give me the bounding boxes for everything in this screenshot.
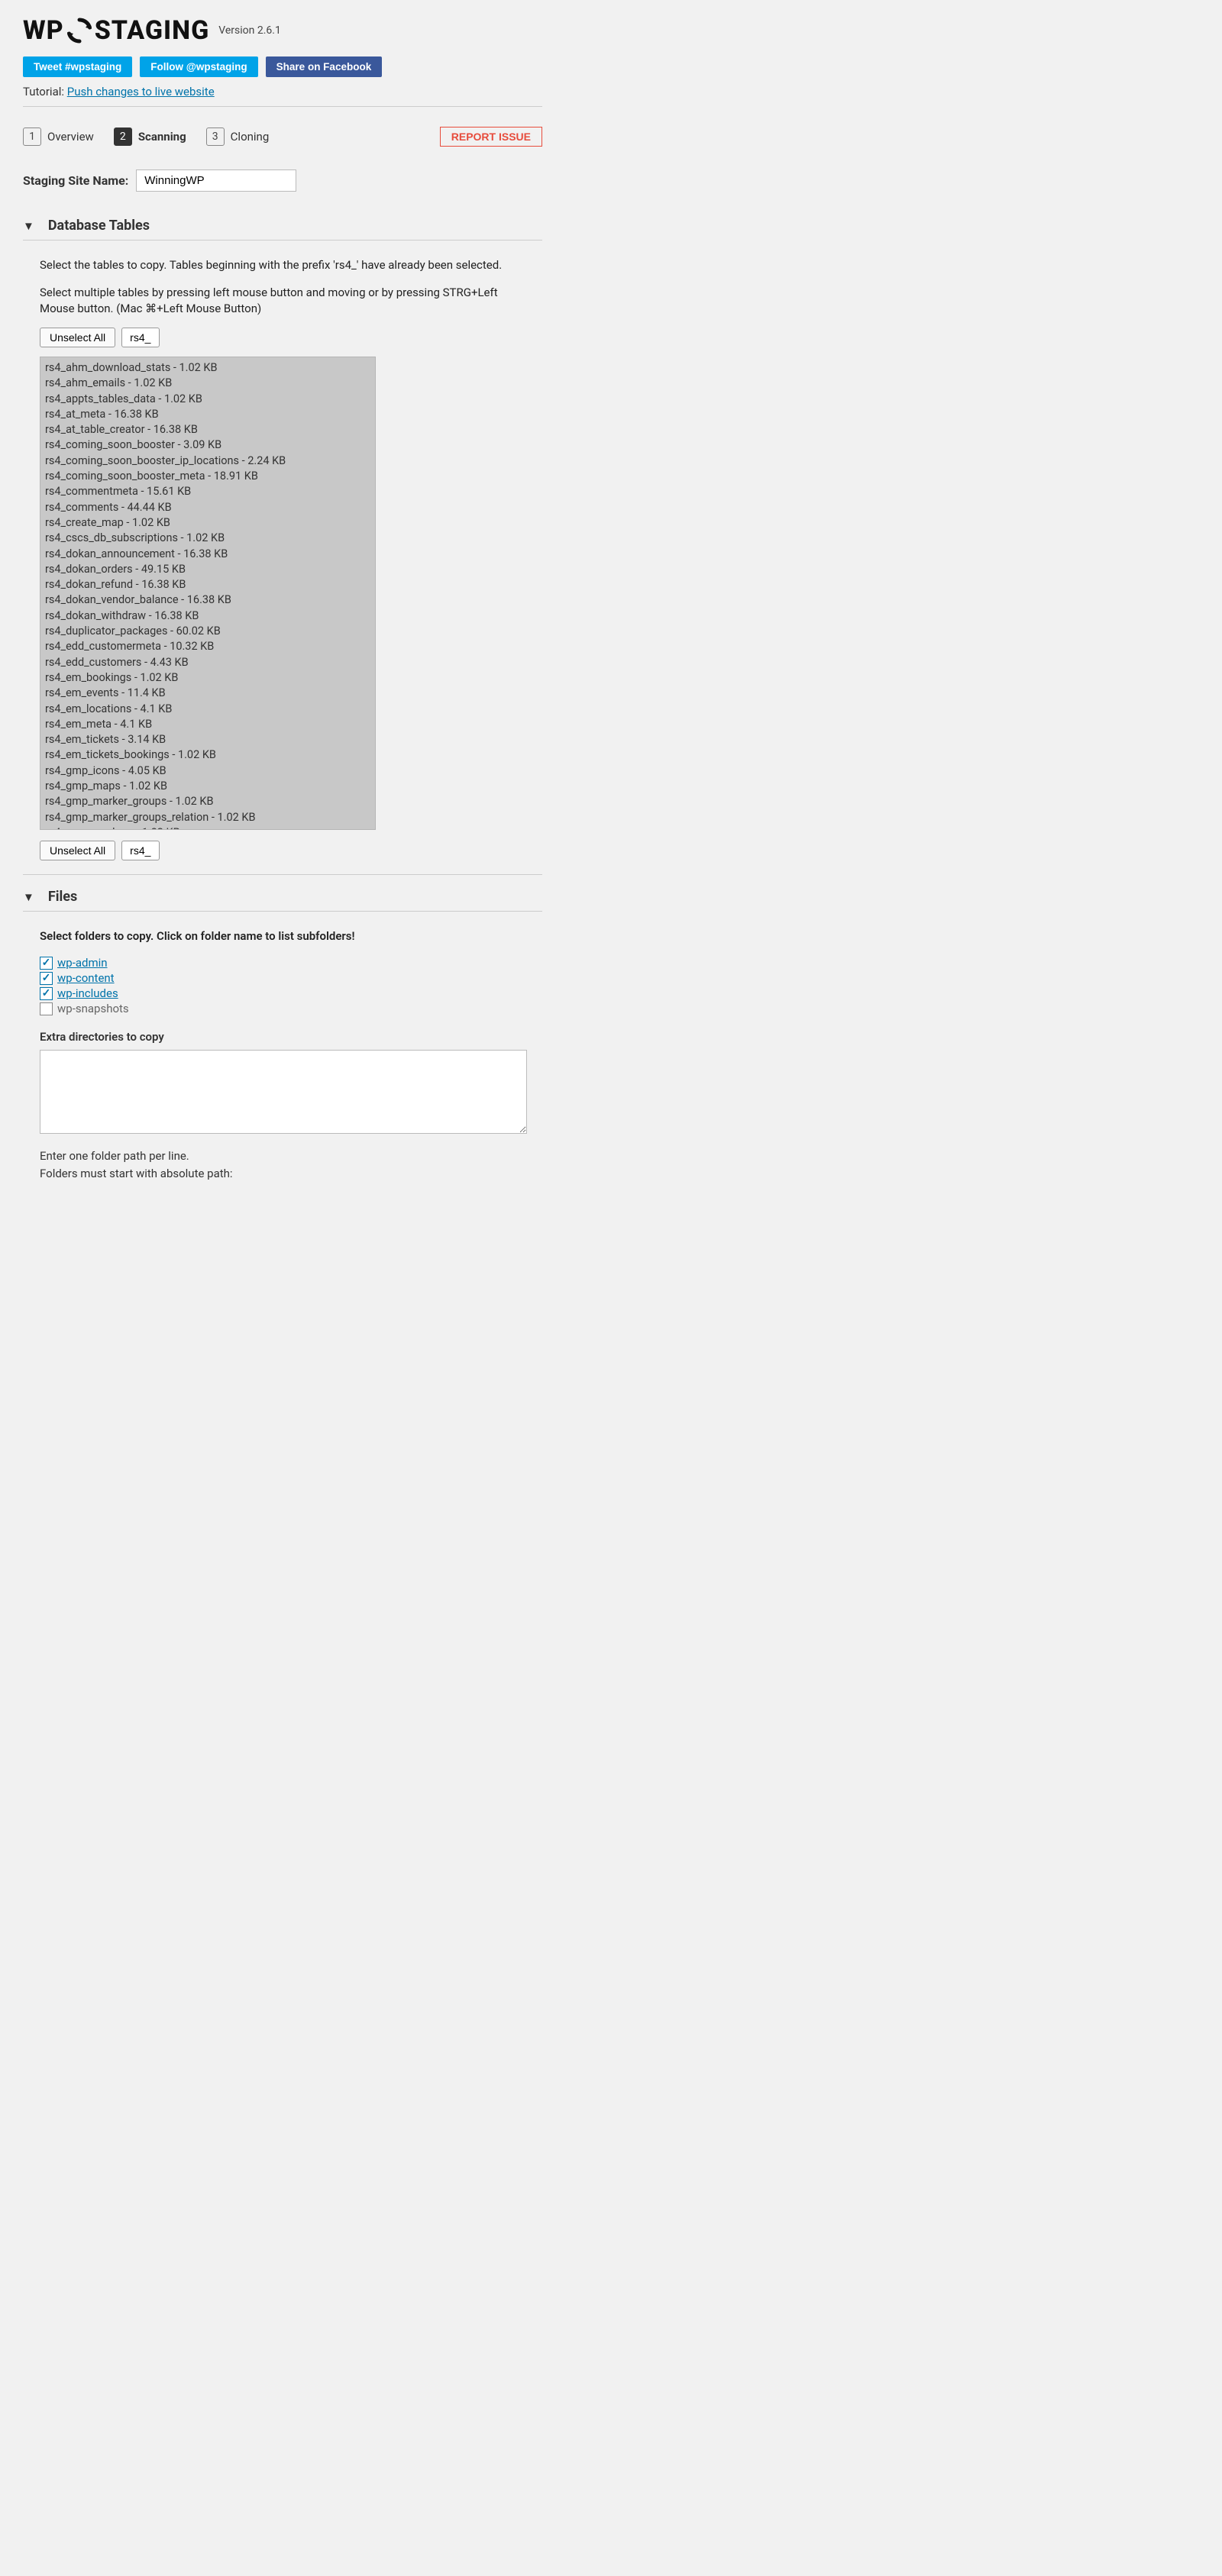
table-row[interactable]: rs4_duplicator_packages - 60.02 KB <box>44 624 372 639</box>
table-row[interactable]: rs4_em_bookings - 1.02 KB <box>44 670 372 686</box>
table-row[interactable]: rs4_coming_soon_booster - 3.09 KB <box>44 437 372 453</box>
share-buttons: Tweet #wpstaging Follow @wpstaging Share… <box>23 56 542 77</box>
table-row[interactable]: rs4_dokan_announcement - 16.38 KB <box>44 547 372 562</box>
step-2-num[interactable]: 2 <box>114 128 132 146</box>
folder-checkbox[interactable]: ✓ <box>40 987 53 1000</box>
refresh-icon <box>66 17 93 44</box>
step-3-label[interactable]: Cloning <box>231 130 270 144</box>
table-row[interactable]: rs4_ahm_download_stats - 1.02 KB <box>44 360 372 376</box>
table-row[interactable]: rs4_em_tickets_bookings - 1.02 KB <box>44 747 372 763</box>
db-desc-2: Select multiple tables by pressing left … <box>40 285 527 317</box>
unselect-all-button-top[interactable]: Unselect All <box>40 328 115 347</box>
table-row[interactable]: rs4_commentmeta - 15.61 KB <box>44 484 372 499</box>
step-1-label[interactable]: Overview <box>47 130 94 144</box>
folder-name-link[interactable]: wp-admin <box>57 956 108 970</box>
table-row[interactable]: rs4_gmp_marker_groups - 1.02 KB <box>44 794 372 809</box>
facebook-share-button[interactable]: Share on Facebook <box>266 56 383 77</box>
caret-down-icon: ▼ <box>23 219 34 233</box>
tables-listbox[interactable]: rs4_ahm_download_stats - 1.02 KBrs4_ahm_… <box>40 357 376 830</box>
files-section-header[interactable]: ▼ Files <box>23 889 542 912</box>
step-1-num[interactable]: 1 <box>23 128 41 146</box>
folder-name-link[interactable]: wp-includes <box>57 986 118 1000</box>
table-row[interactable]: rs4_em_tickets - 3.14 KB <box>44 732 372 747</box>
table-row[interactable]: rs4_create_map - 1.02 KB <box>44 515 372 531</box>
db-desc-1: Select the tables to copy. Tables beginn… <box>40 257 527 273</box>
divider <box>23 874 542 875</box>
table-row[interactable]: rs4_dokan_orders - 49.15 KB <box>44 562 372 577</box>
table-row[interactable]: rs4_at_meta - 16.38 KB <box>44 407 372 422</box>
report-issue-button[interactable]: REPORT ISSUE <box>440 127 542 147</box>
logo-right: STAGING <box>95 15 210 46</box>
db-tables-section-header[interactable]: ▼ Database Tables <box>23 218 542 240</box>
folder-checkbox[interactable]: ✓ <box>40 972 53 985</box>
table-row[interactable]: rs4_dokan_withdraw - 16.38 KB <box>44 608 372 624</box>
prefix-filter-input-bottom[interactable] <box>121 841 160 860</box>
extra-dirs-textarea[interactable] <box>40 1050 527 1134</box>
table-row[interactable]: rs4_dokan_refund - 16.38 KB <box>44 577 372 592</box>
prefix-filter-input-top[interactable] <box>121 328 160 347</box>
table-row[interactable]: rs4_at_table_creator - 16.38 KB <box>44 422 372 437</box>
table-row[interactable]: rs4_gmp_maps - 1.02 KB <box>44 779 372 794</box>
folder-row: ✓ wp-admin <box>40 955 527 970</box>
table-row[interactable]: rs4_comments - 44.44 KB <box>44 500 372 515</box>
table-row[interactable]: rs4_gmp_markers - 1.02 KB <box>44 825 372 830</box>
table-row[interactable]: rs4_edd_customers - 4.43 KB <box>44 655 372 670</box>
table-row[interactable]: rs4_coming_soon_booster_ip_locations - 2… <box>44 454 372 469</box>
extra-dirs-label: Extra directories to copy <box>40 1030 527 1044</box>
folder-row: ✓ wp-snapshots <box>40 1001 527 1016</box>
folder-checkbox[interactable]: ✓ <box>40 1002 53 1015</box>
follow-button[interactable]: Follow @wpstaging <box>140 56 257 77</box>
table-row[interactable]: rs4_cscs_db_subscriptions - 1.02 KB <box>44 531 372 546</box>
staging-site-name-label: Staging Site Name: <box>23 173 128 188</box>
table-row[interactable]: rs4_dokan_vendor_balance - 16.38 KB <box>44 592 372 608</box>
version-text: Version 2.6.1 <box>218 24 281 37</box>
caret-down-icon: ▼ <box>23 890 34 904</box>
folder-checkbox[interactable]: ✓ <box>40 957 53 970</box>
folder-name-link: wp-snapshots <box>57 1002 129 1015</box>
unselect-all-button-bottom[interactable]: Unselect All <box>40 841 115 860</box>
table-row[interactable]: rs4_coming_soon_booster_meta - 18.91 KB <box>44 469 372 484</box>
db-tables-title: Database Tables <box>48 218 150 234</box>
files-title: Files <box>48 889 77 905</box>
table-row[interactable]: rs4_gmp_marker_groups_relation - 1.02 KB <box>44 810 372 825</box>
table-row[interactable]: rs4_em_meta - 4.1 KB <box>44 717 372 732</box>
step-2-label[interactable]: Scanning <box>138 130 186 144</box>
folder-row: ✓ wp-includes <box>40 986 527 1001</box>
table-row[interactable]: rs4_edd_customermeta - 10.32 KB <box>44 639 372 654</box>
table-row[interactable]: rs4_em_events - 11.4 KB <box>44 686 372 701</box>
table-row[interactable]: rs4_ahm_emails - 1.02 KB <box>44 376 372 391</box>
tutorial-link[interactable]: Push changes to live website <box>67 85 215 98</box>
logo-left: WP <box>23 15 64 46</box>
folders-list: ✓ wp-admin ✓ wp-content ✓ wp-includes ✓ wp-snap… <box>40 955 527 1016</box>
table-row[interactable]: rs4_em_locations - 4.1 KB <box>44 702 372 717</box>
steps-nav: 1 Overview 2 Scanning 3 Cloning REPORT I… <box>23 127 542 147</box>
files-desc: Select folders to copy. Click on folder … <box>40 928 527 944</box>
table-row[interactable]: rs4_appts_tables_data - 1.02 KB <box>44 392 372 407</box>
tutorial-line: Tutorial: Push changes to live website <box>23 85 542 98</box>
folder-name-link[interactable]: wp-content <box>57 971 115 985</box>
table-row[interactable]: rs4_gmp_icons - 4.05 KB <box>44 763 372 779</box>
logo: WP STAGING <box>23 15 209 46</box>
staging-site-name-input[interactable] <box>136 169 296 192</box>
plugin-header: WP STAGING Version 2.6.1 <box>23 15 542 46</box>
extra-dirs-hint: Enter one folder path per line. Folders … <box>40 1148 527 1182</box>
step-3-num[interactable]: 3 <box>206 128 225 146</box>
folder-row: ✓ wp-content <box>40 970 527 986</box>
divider <box>23 106 542 107</box>
tweet-button[interactable]: Tweet #wpstaging <box>23 56 132 77</box>
